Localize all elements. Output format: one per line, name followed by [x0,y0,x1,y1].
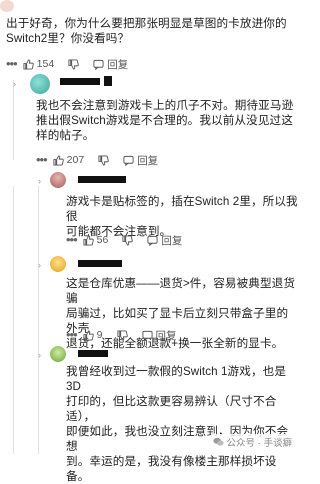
comment-actions: ••• 56 回复 [66,233,196,247]
like-count: 9 [96,329,103,341]
thumb-up-icon [23,58,34,70]
redacted-username [104,76,112,86]
thumb-up-icon [83,234,94,246]
thumb-up-icon [53,154,64,166]
like-count: 207 [66,154,85,166]
reply-arrow-icon: › [38,260,41,270]
avatar[interactable] [50,172,66,188]
comment-text: 我曾经收到过一款假的Switch 1游戏，也是3D 打印的，但比这款更容易辨认（… [66,365,289,483]
more-icon[interactable]: ••• [36,153,48,166]
thumb-down-icon [122,234,134,246]
wechat-icon [212,437,224,446]
reply-button[interactable]: 回复 [141,328,177,343]
like-count: 56 [96,234,109,246]
thread-line [38,186,39,454]
comment-actions: ••• 154 回复 [6,57,142,71]
more-icon[interactable]: ••• [66,328,78,341]
avatar[interactable] [50,256,66,272]
redacted-username [78,260,122,267]
redacted-username [78,176,126,183]
like-button[interactable]: 9 [83,329,103,341]
thumb-down-icon [98,154,109,166]
redacted-username [78,350,108,357]
more-icon[interactable]: ••• [6,57,18,70]
like-count: 154 [36,58,55,70]
reply-button[interactable]: 回复 [93,57,128,72]
comment-text: 我也不会注意到游戏卡上的爪子不对。期待亚马逊 推出假Switch游戏是不合理的。… [36,99,294,142]
redacted-username [60,78,100,85]
like-button[interactable]: 56 [83,234,109,246]
reply-arrow-icon: › [13,79,16,89]
dislike-button[interactable] [68,58,79,70]
reply-icon [123,155,134,166]
avatar[interactable] [0,0,14,12]
reply-arrow-icon: › [38,350,41,360]
comment-actions: ••• 9 回复 [66,328,191,342]
thumb-down-icon [68,58,79,70]
dislike-button[interactable] [116,329,128,341]
reply-label: 回复 [107,58,129,71]
comment-actions: ••• 207 回复 [36,153,172,167]
like-button[interactable]: 207 [53,154,85,166]
thread-line [13,186,14,454]
avatar[interactable] [30,74,50,94]
dislike-button[interactable] [98,154,109,166]
reply-icon [141,330,153,341]
thumb-up-icon [83,329,94,341]
reply-arrow-icon: › [38,176,41,186]
watermark-text: 公众号 · 手谈癖 [226,438,292,449]
thread-line [13,80,14,160]
reply-icon [93,59,104,70]
comment-text: 出于好奇，你为什么要把那张明显是草图的卡放进你的 Switch2里？你没看吗？ [6,17,287,45]
reply-label: 回复 [161,234,183,247]
avatar[interactable] [50,346,66,362]
thumb-down-icon [116,329,128,341]
more-icon[interactable]: ••• [66,233,78,246]
reply-icon [147,235,158,246]
watermark: 公众号 · 手谈癖 [210,434,294,450]
like-button[interactable]: 154 [23,58,55,70]
reply-label: 回复 [155,329,177,342]
reply-label: 回复 [137,154,159,167]
reply-button[interactable]: 回复 [147,233,182,248]
dislike-button[interactable] [122,234,134,246]
reply-button[interactable]: 回复 [123,153,158,168]
